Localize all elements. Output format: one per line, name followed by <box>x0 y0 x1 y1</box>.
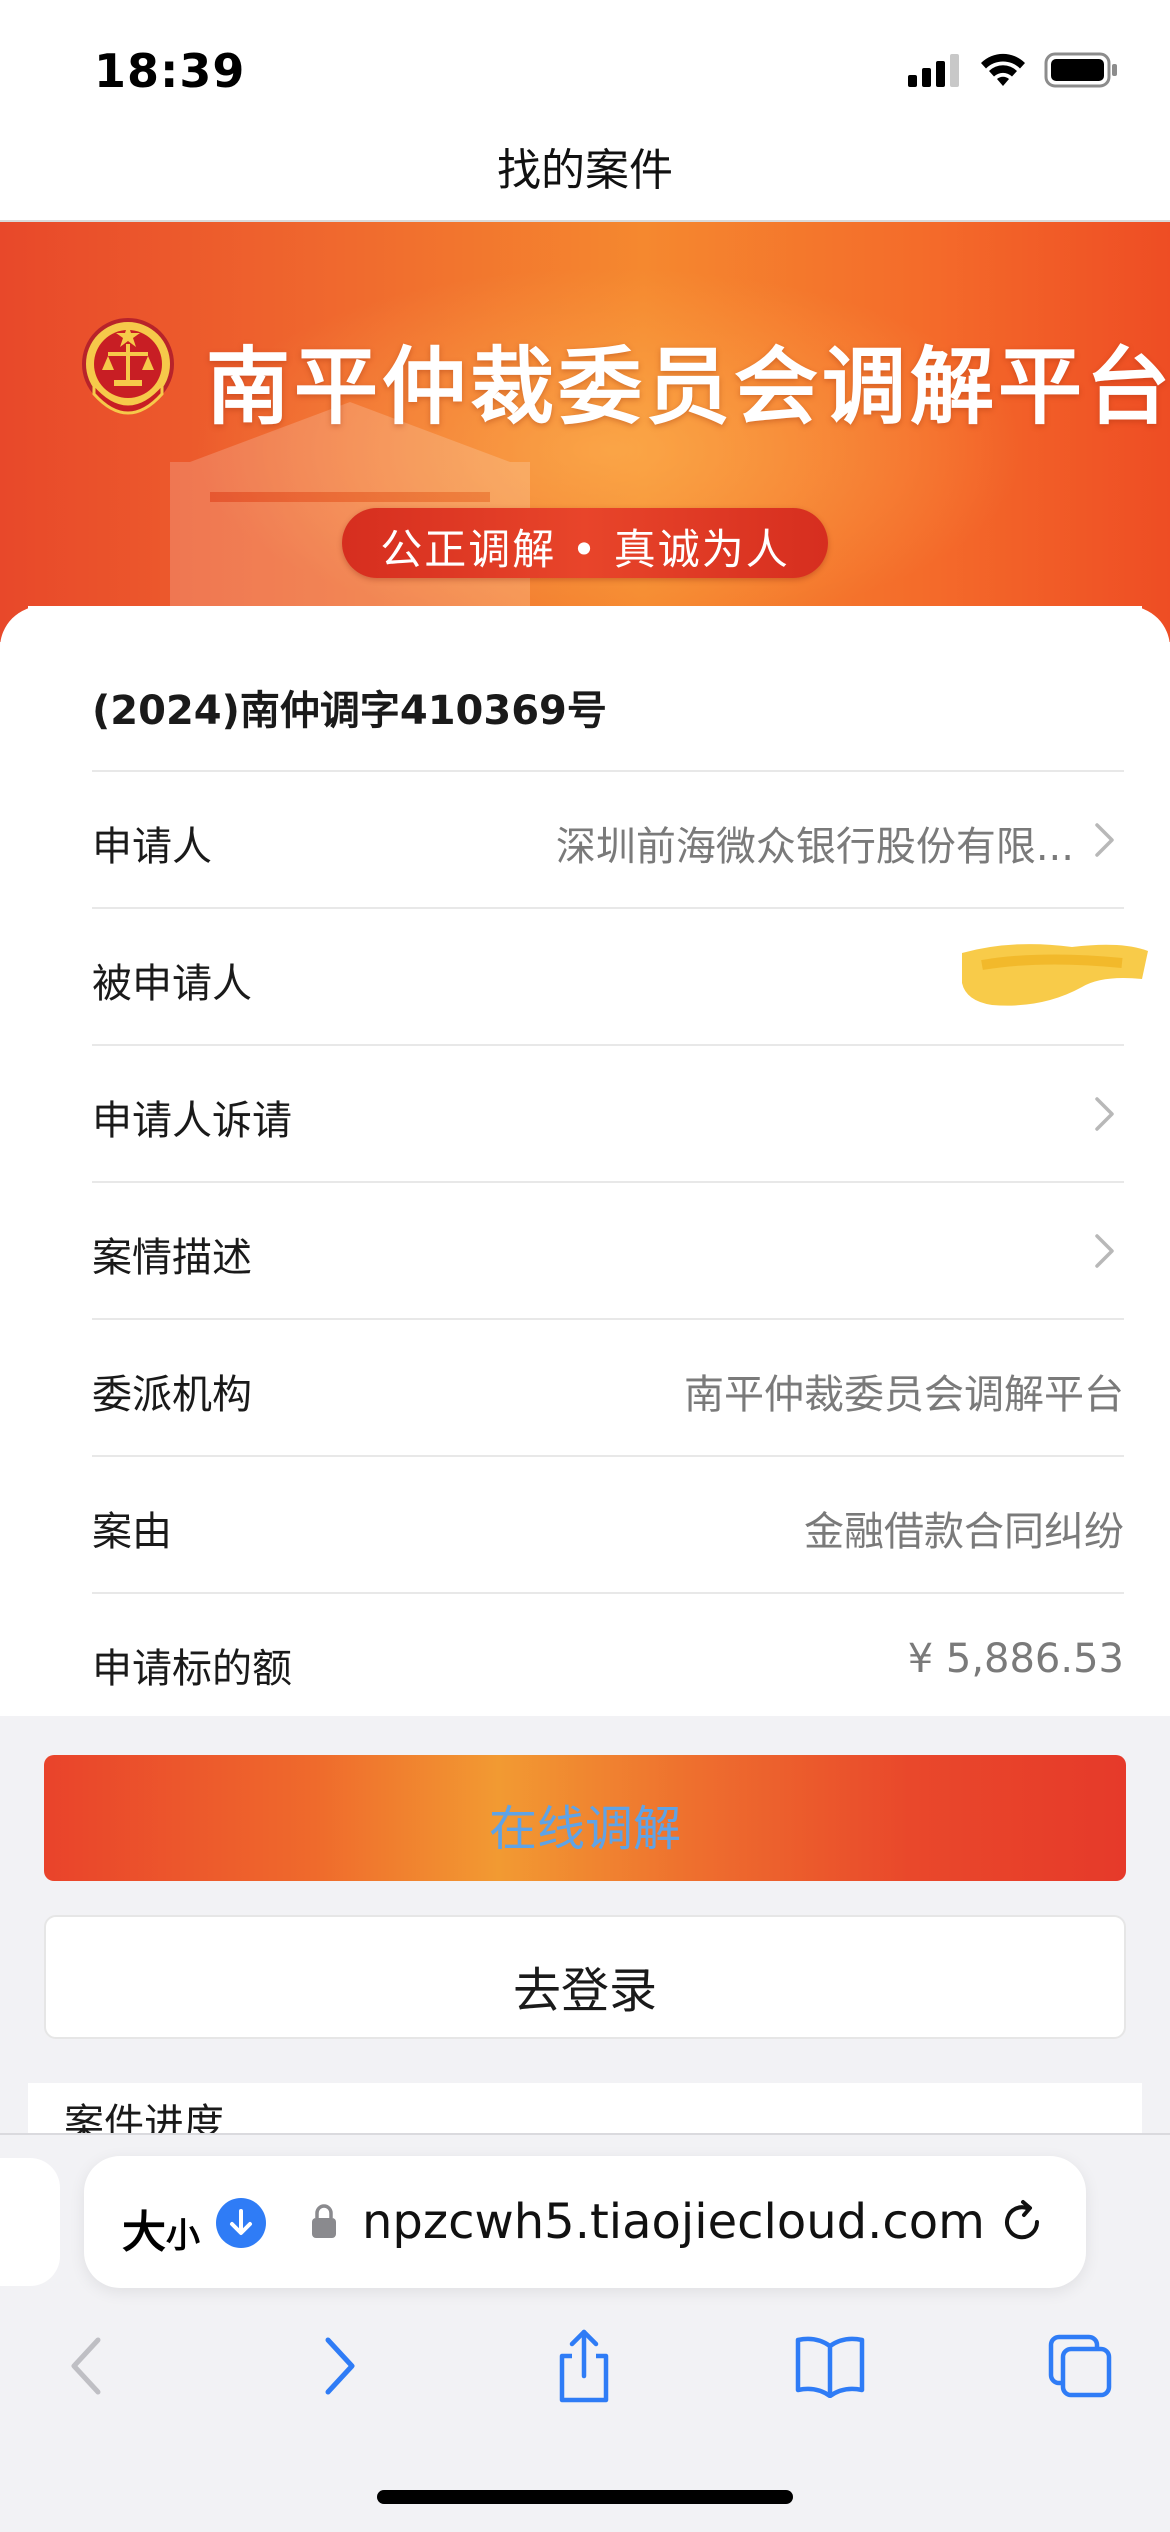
redaction-mark <box>962 944 1148 1006</box>
book-icon <box>795 2336 865 2398</box>
row-label: 案由 <box>92 1509 172 1555</box>
chevron-right-icon <box>1095 1097 1114 1131</box>
row-applicant[interactable]: 申请人 深圳前海微众银行股份有限... <box>92 770 1124 907</box>
reload-icon[interactable] <box>996 2196 1048 2248</box>
text-size-button[interactable]: 大小 <box>122 2196 200 2260</box>
download-icon[interactable] <box>216 2198 266 2248</box>
row-case-description[interactable]: 案情描述 <box>92 1181 1124 1318</box>
row-label: 案情描述 <box>92 1235 252 1281</box>
case-card-body: (2024)南仲调字410369号 申请人 深圳前海微众银行股份有限... 被申… <box>28 606 1148 1716</box>
login-label: 去登录 <box>512 1963 657 2019</box>
chevron-right-icon <box>1095 1234 1114 1268</box>
row-claims[interactable]: 申请人诉请 <box>92 1044 1124 1181</box>
tabs-icon <box>1048 2334 1112 2398</box>
cellular-signal-icon <box>908 54 959 87</box>
platform-title: 南平仲裁委员会调解平台 <box>206 338 1170 436</box>
share-icon <box>559 2329 609 2403</box>
online-mediation-label: 在线调解 <box>488 1801 681 1857</box>
online-mediation-button[interactable]: 在线调解 <box>44 1755 1126 1881</box>
chevron-left-icon <box>71 2337 101 2395</box>
address-bar[interactable]: 大小 npzcwh5.tiaojiecloud.com <box>84 2156 1086 2288</box>
row-label: 委派机构 <box>92 1372 252 1418</box>
forward-button[interactable] <box>300 2326 380 2406</box>
text-size-large: 大 <box>122 2207 166 2258</box>
previous-tab-preview[interactable] <box>0 2158 60 2286</box>
slogan-text: 公正调解 • 真诚为人 <box>380 525 790 574</box>
row-label: 被申请人 <box>92 961 252 1007</box>
nav-bar: 找的案件 <box>0 130 1170 222</box>
back-button[interactable] <box>46 2326 126 2406</box>
amount-value: ¥ 5,886.53 <box>907 1636 1124 1682</box>
home-indicator[interactable] <box>377 2490 793 2504</box>
wifi-icon <box>981 53 1025 86</box>
status-icons <box>906 52 1118 88</box>
text-size-small: 小 <box>166 2216 200 2256</box>
row-respondent: 被申请人 <box>92 907 1148 1044</box>
case-number: (2024)南仲调字410369号 <box>92 688 607 734</box>
row-cause: 案由 金融借款合同纠纷 <box>92 1455 1124 1592</box>
bookmarks-button[interactable] <box>790 2326 870 2406</box>
status-bar: 18:39 <box>0 0 1170 130</box>
login-button[interactable]: 去登录 <box>44 1915 1126 2039</box>
row-label: 申请人 <box>92 824 212 870</box>
url-text: npzcwh5.tiaojiecloud.com <box>362 2194 985 2250</box>
case-card: (2024)南仲调字410369号 申请人 深圳前海微众银行股份有限... 被申… <box>0 606 1170 1716</box>
court-emblem-icon <box>80 314 176 426</box>
chevron-right-icon <box>325 2337 355 2395</box>
battery-icon <box>1044 52 1117 88</box>
row-claim-amount: 申请标的额 ¥ 5,886.53 <box>92 1592 1124 1729</box>
status-time: 18:39 <box>94 44 246 98</box>
row-label: 申请标的额 <box>92 1646 292 1692</box>
header-banner: 南平仲裁委员会调解平台 公正调解 • 真诚为人 <box>0 222 1170 642</box>
screen: 18:39 找的案件 南平仲裁委员会调解平台 公正调解 • 真诚为人 (2024… <box>0 0 1170 2532</box>
chevron-right-icon <box>1095 823 1114 857</box>
applicant-value: 深圳前海微众银行股份有限... <box>555 824 1074 870</box>
row-assigning-institution: 委派机构 南平仲裁委员会调解平台 <box>92 1318 1124 1455</box>
institution-value: 南平仲裁委员会调解平台 <box>684 1372 1124 1418</box>
page-title: 找的案件 <box>497 145 673 196</box>
tabs-button[interactable] <box>1040 2326 1120 2406</box>
browser-bottom-toolbar <box>0 2310 1170 2420</box>
slogan-badge: 公正调解 • 真诚为人 <box>342 508 828 578</box>
row-label: 申请人诉请 <box>92 1098 292 1144</box>
share-button[interactable] <box>544 2326 624 2406</box>
cause-value: 金融借款合同纠纷 <box>804 1509 1124 1555</box>
lock-icon <box>312 2204 336 2238</box>
